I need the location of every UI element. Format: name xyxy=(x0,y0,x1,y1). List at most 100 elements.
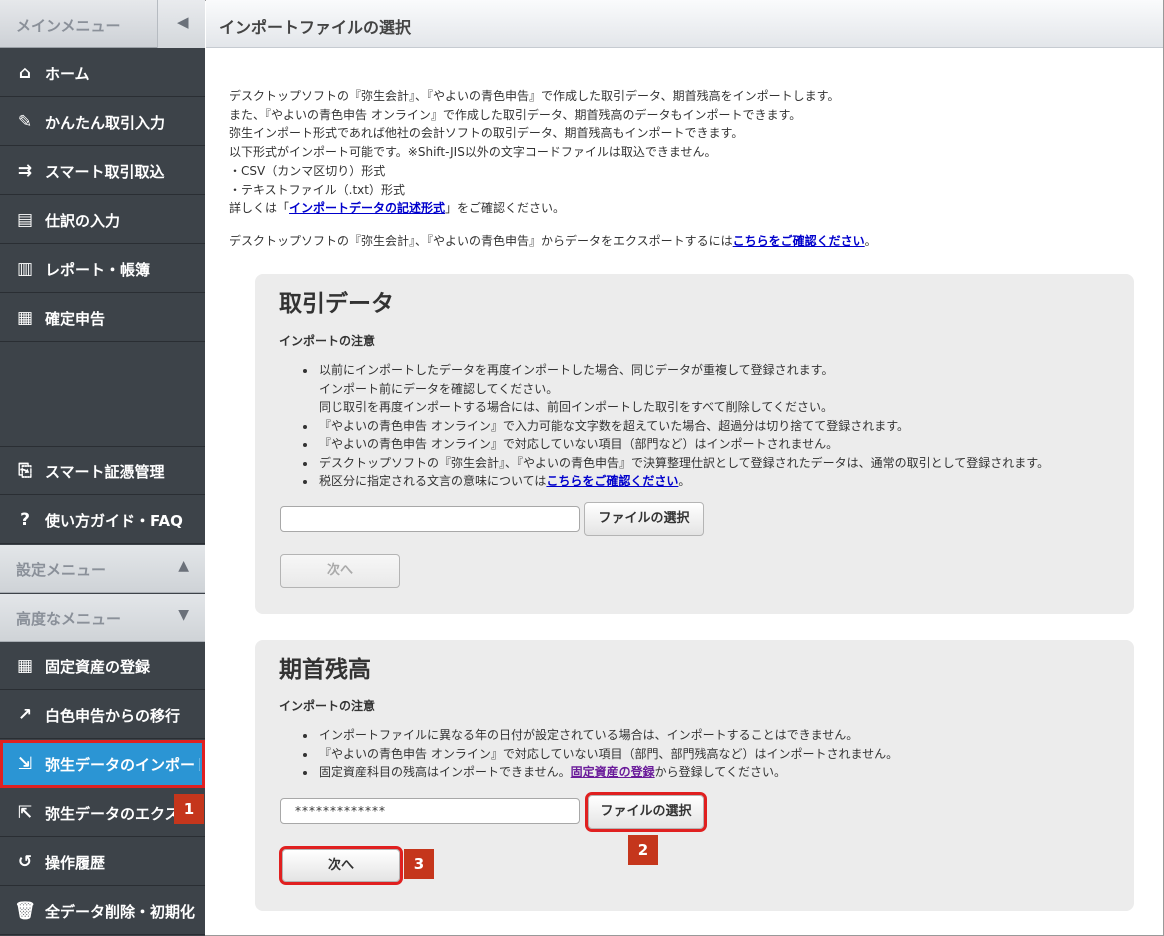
sidebar-item-label: レポート・帳簿 xyxy=(45,261,151,279)
sidebar-item-easy-entry[interactable]: ✎ かんたん取引入力 xyxy=(0,98,205,146)
opening-balance-panel: 期首残高 インポートの注意 インポートファイルに異なる年の日付が設定されている場… xyxy=(255,640,1134,911)
journal-icon: ▤ xyxy=(16,210,34,230)
intro-text: デスクトップソフトの『弥生会計』、『やよいの青色申告』で作成した取引データ、期首… xyxy=(229,87,839,218)
sidebar-item-label: 使い方ガイド・FAQ xyxy=(45,512,183,530)
sidebar-item-fixed-assets[interactable]: ▦ 固定資産の登録 xyxy=(0,642,205,690)
export-info-suffix: 。 xyxy=(864,234,877,248)
note-text: 同じ取引を再度インポートする場合には、前回インポートした取引をすべて削除してくだ… xyxy=(319,400,833,414)
pencil-icon: ✎ xyxy=(17,112,33,132)
trash-icon: 🗑 xyxy=(14,901,36,921)
home-icon: ⌂ xyxy=(18,63,32,83)
transactions-panel: 取引データ インポートの注意 以前にインポートしたデータを再度インポートした場合… xyxy=(255,274,1134,614)
chevron-up-icon: ▲ xyxy=(178,558,189,574)
export-info-text: デスクトップソフトの『弥生会計』、『やよいの青色申告』からデータをエクスポートす… xyxy=(229,234,733,248)
opening-balance-heading: 期首残高 xyxy=(279,657,371,683)
transactions-heading: 取引データ xyxy=(279,291,394,317)
page-title: インポートファイルの選択 xyxy=(219,18,412,37)
list-item: 『やよいの青色申告 オンライン』で対応していない項目（部門、部門残高など）はイン… xyxy=(317,745,898,764)
sidebar-spacer xyxy=(0,343,205,447)
sidebar-item-history[interactable]: ↺ 操作履歴 xyxy=(0,838,205,886)
list-item: 固定資産科目の残高はインポートできません。固定資産の登録から登録してください。 xyxy=(317,763,898,782)
sidebar-item-label: 固定資産の登録 xyxy=(45,658,151,676)
step-callout-3: 3 xyxy=(404,849,434,879)
arrow-icon: ↗ xyxy=(17,705,33,725)
sidebar-header: メインメニュー ◀ xyxy=(0,0,205,48)
note-text: インポート前にデータを確認してください。 xyxy=(319,381,559,396)
intro-line: ・テキストファイル（.txt）形式 xyxy=(229,182,405,197)
intro-line: ・CSV（カンマ区切り）形式 xyxy=(229,163,386,178)
sidebar-item-home[interactable]: ⌂ ホーム xyxy=(0,49,205,97)
sidebar-item-data-import[interactable]: ⇲ 弥生データのインポート xyxy=(0,740,205,788)
settings-menu-toggle[interactable]: 設定メニュー ▲ xyxy=(0,545,205,593)
page-header: インポートファイルの選択 xyxy=(206,0,1163,48)
list-item: 『やよいの青色申告 オンライン』で対応していない項目（部門など）はインポートされ… xyxy=(317,435,1049,454)
calculator-icon: ▦ xyxy=(16,308,34,328)
sidebar-item-smart-receipts[interactable]: ⎘ スマート証憑管理 xyxy=(0,447,205,495)
note-text: 。 xyxy=(678,474,691,488)
sidebar-item-reset[interactable]: 🗑 全データ削除・初期化 xyxy=(0,887,205,935)
chevron-left-icon: ◀ xyxy=(177,13,189,31)
data-import-icon: ⇲ xyxy=(17,754,33,774)
sidebar-item-journal[interactable]: ▤ 仕訳の入力 xyxy=(0,196,205,244)
intro-text-segment: 詳しくは「 xyxy=(229,201,290,216)
transactions-notes: 以前にインポートしたデータを再度インポートした場合、同じデータが重複して登録され… xyxy=(317,361,1049,491)
step-callout-1: 1 xyxy=(174,794,204,824)
list-item: 『やよいの青色申告 オンライン』で入力可能な文字数を超えていた場合、超過分は切り… xyxy=(317,417,1049,436)
opening-next-button[interactable]: 次へ xyxy=(279,846,403,885)
sidebar-item-label: かんたん取引入力 xyxy=(45,114,166,132)
opening-file-field[interactable]: ************* xyxy=(280,798,580,824)
export-info-link[interactable]: こちらをご確認ください xyxy=(733,234,865,248)
sidebar-item-label: 弥生データのインポート xyxy=(45,756,200,774)
intro-text-segment: 」をご確認ください。 xyxy=(445,201,566,216)
opening-file-select-button[interactable]: ファイルの選択 xyxy=(585,792,707,832)
sidebar-item-guide-faq[interactable]: ? 使い方ガイド・FAQ xyxy=(0,496,205,544)
sidebar-item-label: 仕訳の入力 xyxy=(45,212,121,230)
sidebar-item-label: 操作履歴 xyxy=(45,854,106,872)
sidebar-item-smart-import[interactable]: ⇉ スマート取引取込 xyxy=(0,147,205,195)
intro-line: 詳しくは「インポートデータの記述形式」をご確認ください。 xyxy=(229,199,839,218)
chevron-down-icon: ▼ xyxy=(178,607,189,623)
fixed-asset-link[interactable]: 固定資産の登録 xyxy=(571,765,655,779)
note-text: から登録してください。 xyxy=(654,765,786,779)
transactions-file-field[interactable] xyxy=(280,506,580,532)
report-icon: ▥ xyxy=(16,259,34,279)
sidebar-item-label: 全データ削除・初期化 xyxy=(45,903,196,921)
sidebar-item-reports[interactable]: ▥ レポート・帳簿 xyxy=(0,245,205,293)
transactions-file-select-button[interactable]: ファイルの選択 xyxy=(584,502,704,536)
note-text: 以前にインポートしたデータを再度インポートした場合、同じデータが重複して登録され… xyxy=(319,363,834,377)
transactions-next-button[interactable]: 次へ xyxy=(280,554,400,588)
receipt-icon: ⎘ xyxy=(18,461,32,481)
collapse-sidebar-button[interactable]: ◀ xyxy=(157,0,205,48)
sidebar-item-tax-return[interactable]: ▦ 確定申告 xyxy=(0,294,205,342)
sidebar-item-label: スマート取引取込 xyxy=(45,163,165,181)
opening-notes: インポートファイルに異なる年の日付が設定されている場合は、インポートすることはで… xyxy=(317,726,898,782)
list-item: 以前にインポートしたデータを再度インポートした場合、同じデータが重複して登録され… xyxy=(317,361,1049,417)
sidebar-item-label: ホーム xyxy=(45,65,90,83)
help-icon: ? xyxy=(20,510,30,530)
intro-line: デスクトップソフトの『弥生会計』、『やよいの青色申告』で作成した取引データ、期首… xyxy=(229,89,840,103)
intro-line: また、『やよいの青色申告 オンライン』で作成した取引データ、期首残高のデータもイ… xyxy=(229,107,802,122)
settings-menu-label: 設定メニュー xyxy=(16,561,107,579)
history-icon: ↺ xyxy=(17,852,33,872)
intro-line: 弥生インポート形式であれば他社の会計ソフトの取引データ、期首残高もインポートでき… xyxy=(229,126,744,141)
intro-line: 以下形式がインポート可能です。※Shift-JIS以外の文字コードファイルは取込… xyxy=(229,145,717,160)
step-callout-2: 2 xyxy=(628,835,658,865)
sidebar-title: メインメニュー xyxy=(16,17,121,35)
list-item: インポートファイルに異なる年の日付が設定されている場合は、インポートすることはで… xyxy=(317,726,898,745)
import-format-link[interactable]: インポートデータの記述形式 xyxy=(289,201,445,215)
note-text: 固定資産科目の残高はインポートできません。 xyxy=(319,765,571,779)
export-info: デスクトップソフトの『弥生会計』、『やよいの青色申告』からデータをエクスポートす… xyxy=(229,232,877,249)
note-text: 税区分に指定される文言の意味については xyxy=(319,474,547,488)
building-icon: ▦ xyxy=(16,656,34,676)
sidebar-item-label: スマート証憑管理 xyxy=(45,463,165,481)
list-item: デスクトップソフトの『弥生会計』、『やよいの青色申告』で決算整理仕訳として登録さ… xyxy=(317,454,1049,473)
opening-note-title: インポートの注意 xyxy=(279,699,376,713)
transactions-note-title: インポートの注意 xyxy=(279,334,376,348)
advanced-menu-toggle[interactable]: 高度なメニュー ▼ xyxy=(0,594,205,642)
sidebar-item-migration[interactable]: ↗ 白色申告からの移行 xyxy=(0,691,205,739)
data-export-icon: ⇱ xyxy=(17,803,33,823)
advanced-menu-label: 高度なメニュー xyxy=(16,610,122,628)
list-item: 税区分に指定される文言の意味についてはこちらをご確認ください。 xyxy=(317,472,1049,491)
tax-category-link[interactable]: こちらをご確認ください xyxy=(546,474,678,488)
import-icon: ⇉ xyxy=(17,161,33,181)
